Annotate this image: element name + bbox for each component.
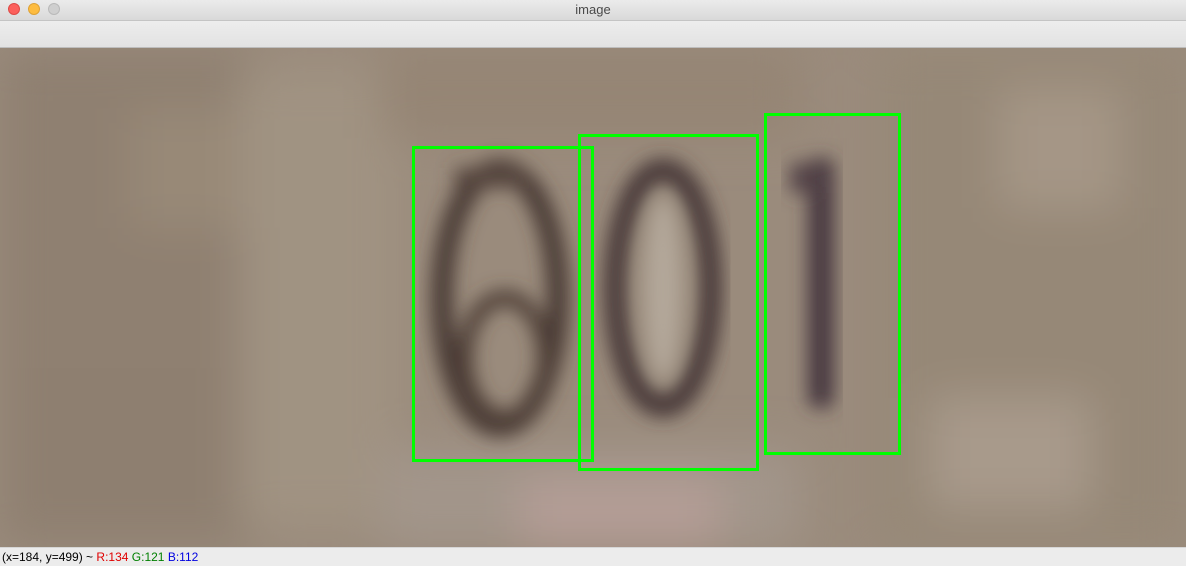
toolbar	[0, 21, 1186, 48]
cursor-coords: (x=184, y=499) ~	[2, 550, 97, 564]
green-value: G:121	[131, 550, 165, 564]
window-title: image	[575, 2, 611, 17]
blue-value: B:112	[167, 550, 199, 564]
status-bar: (x=184, y=499) ~ R:134 G:121 B:112	[0, 547, 1186, 566]
image-window: image (x=184, y=499) ~ R:134 G:121 B:112	[0, 0, 1186, 566]
red-value: R:134	[96, 550, 129, 564]
image-display	[0, 48, 1186, 547]
image-canvas[interactable]	[0, 48, 1186, 547]
title-bar[interactable]: image	[0, 0, 1186, 21]
